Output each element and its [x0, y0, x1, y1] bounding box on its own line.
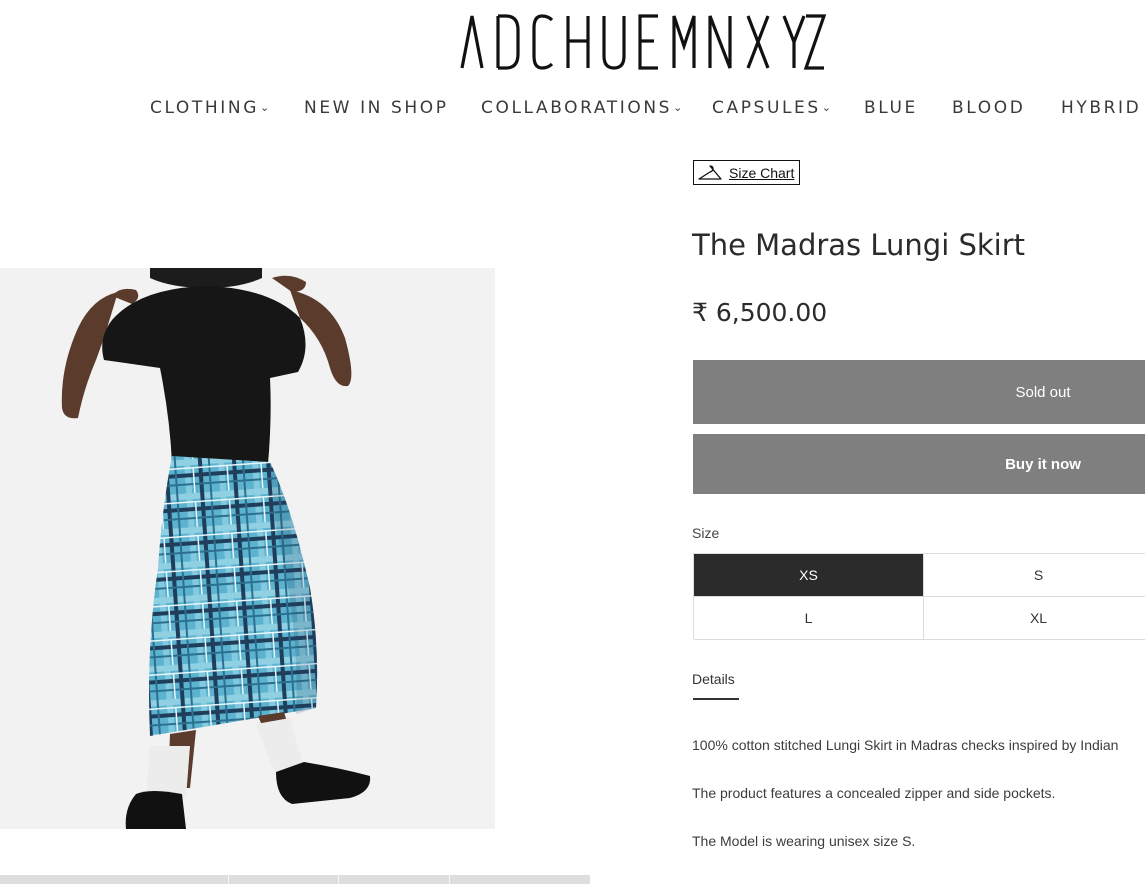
chevron-down-icon: ⌄: [821, 101, 832, 114]
thumbnail-divider: [338, 875, 339, 884]
product-image[interactable]: [0, 268, 495, 829]
sold-out-button[interactable]: Sold out: [693, 360, 1145, 424]
nav-item-capsules[interactable]: CAPSULES⌄: [712, 98, 831, 118]
nav-item-blue[interactable]: BLUE: [864, 98, 918, 118]
thumbnail-divider: [228, 875, 229, 884]
chevron-down-icon: ⌄: [260, 101, 270, 114]
buy-now-label: Buy it now: [1005, 455, 1081, 473]
size-chart-label: Size Chart: [729, 164, 795, 181]
size-option-label: S: [1033, 567, 1044, 583]
description-line: The product features a concealed zipper …: [692, 785, 1056, 801]
description-line: 100% cotton stitched Lungi Skirt in Madr…: [692, 737, 1119, 753]
hanger-icon: [698, 164, 722, 180]
size-selector: XS S L XL: [693, 553, 1145, 640]
sold-out-label: Sold out: [1015, 383, 1071, 401]
nav-item-collaborations[interactable]: COLLABORATIONS⌄: [481, 98, 682, 118]
nav-item-blood[interactable]: BLOOD: [952, 98, 1025, 118]
model-photo-illustration: [61, 268, 371, 829]
main-nav: CLOTHING⌄ NEW IN SHOP COLLABORATIONS⌄ CA…: [0, 98, 1145, 124]
brand-logo[interactable]: [458, 10, 828, 72]
chevron-down-icon: ⌄: [673, 101, 683, 114]
nav-label: HYBRID: [1061, 98, 1142, 118]
nav-item-new-in-shop[interactable]: NEW IN SHOP: [304, 98, 449, 118]
size-label: Size: [692, 525, 720, 541]
tab-details-underline: [693, 698, 739, 700]
size-option-xl[interactable]: XL: [924, 597, 1145, 640]
nav-label: COLLABORATIONS: [481, 98, 673, 118]
nav-item-hybrid[interactable]: HYBRID: [1061, 98, 1141, 118]
nav-label: CAPSULES: [712, 98, 821, 118]
tab-details[interactable]: Details: [692, 671, 735, 687]
size-option-label: L: [804, 610, 813, 626]
brand-logo-mark: [460, 14, 827, 70]
product-title: The Madras Lungi Skirt: [692, 228, 1026, 262]
size-option-label: XS: [799, 567, 818, 583]
size-option-label: XL: [1029, 610, 1048, 626]
buy-now-button[interactable]: Buy it now: [693, 434, 1145, 494]
thumbnail-divider: [449, 875, 450, 884]
nav-label: BLOOD: [952, 98, 1026, 118]
nav-label: CLOTHING: [150, 98, 259, 118]
size-option-s[interactable]: S: [924, 554, 1145, 597]
size-option-xs[interactable]: XS: [694, 554, 924, 597]
nav-label: NEW IN SHOP: [304, 98, 449, 118]
nav-item-clothing[interactable]: CLOTHING⌄: [150, 98, 269, 118]
size-option-l[interactable]: L: [694, 597, 924, 640]
description-line: The Model is wearing unisex size S.: [692, 833, 916, 849]
thumbnail-strip[interactable]: [0, 875, 590, 884]
product-price: ₹ 6,500.00: [692, 298, 828, 327]
nav-label: BLUE: [864, 98, 918, 118]
size-chart-button[interactable]: Size Chart: [693, 160, 800, 185]
